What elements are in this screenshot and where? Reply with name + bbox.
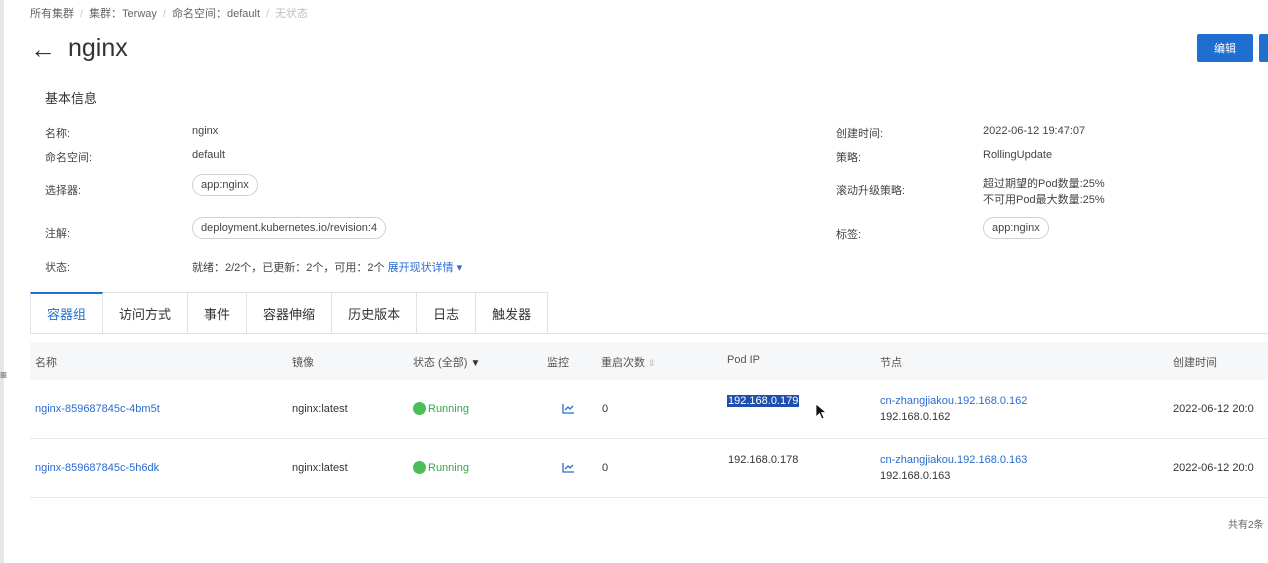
labels-tag: app:nginx: [983, 217, 1049, 239]
running-status-icon: [413, 461, 426, 474]
breadcrumb-current: 无状态: [275, 8, 309, 20]
expand-status-label: 展开现状详情: [387, 262, 454, 274]
pod-status-label: Running: [428, 461, 469, 474]
pod-name-link[interactable]: nginx-859687845c-5h6dk: [35, 462, 159, 474]
breadcrumb-namespace[interactable]: 命名空间：default: [172, 8, 260, 20]
selector-label: 选择器:: [45, 185, 82, 197]
strategy-value: RollingUpdate: [983, 149, 1053, 161]
breadcrumb: 所有集群 / 集群：Terway / 命名空间：default / 无状态: [30, 8, 309, 20]
rolling-update-label: 滚动升级策略:: [836, 185, 906, 197]
breadcrumb-cluster[interactable]: 集群：Terway: [89, 8, 157, 20]
annotation-label: 注解:: [45, 228, 71, 240]
expand-status-link[interactable]: 展开现状详情 ▾: [388, 262, 463, 274]
column-header-monitor: 监控: [547, 357, 569, 369]
tab-events[interactable]: 事件: [188, 292, 248, 334]
pod-ip[interactable]: 192.168.0.178: [728, 454, 798, 466]
pod-restarts: 0: [602, 462, 609, 474]
more-button[interactable]: [1259, 34, 1268, 62]
page-title: nginx: [68, 34, 128, 62]
tabs-divider: [30, 333, 1268, 334]
tab-scaling[interactable]: 容器伸缩: [247, 292, 333, 334]
row-divider: [30, 497, 1268, 498]
name-value: nginx: [192, 125, 219, 137]
labels-label: 标签:: [836, 229, 862, 241]
column-header-created: 创建时间: [1173, 357, 1217, 369]
tab-pods[interactable]: 容器组: [30, 292, 104, 334]
tab-history[interactable]: 历史版本: [332, 292, 418, 334]
caret-down-icon: ▾: [456, 262, 463, 274]
status-value: 就绪：2/2个，已更新：2个，可用：2个: [192, 262, 385, 274]
node-name-link[interactable]: cn-zhangjiakou.192.168.0.163: [880, 454, 1027, 466]
column-header-status[interactable]: 状态 (全部) ▼: [413, 354, 480, 370]
namespace-value: default: [192, 149, 226, 161]
rolling-update-unavailable: 不可用Pod最大数量:25%: [983, 194, 1105, 206]
tab-triggers[interactable]: 触发器: [476, 292, 549, 334]
arrow-left-icon[interactable]: ←: [30, 36, 56, 62]
caret-down-icon: ▼: [470, 358, 481, 369]
pod-image: nginx:latest: [292, 403, 348, 415]
left-edge-handle: ≡: [0, 368, 8, 382]
pod-image: nginx:latest: [292, 462, 348, 474]
namespace-label: 命名空间:: [45, 152, 93, 164]
basic-info-title: 基本信息: [45, 91, 98, 106]
status-label: 状态:: [45, 262, 71, 274]
tab-access[interactable]: 访问方式: [103, 292, 189, 334]
pod-created: 2022-06-12 20:0: [1173, 403, 1254, 415]
column-header-restarts[interactable]: 重启次数 ⇳: [601, 354, 656, 370]
row-divider: [30, 438, 1268, 439]
pod-ip[interactable]: 192.168.0.179: [727, 395, 800, 407]
left-window-edge: [0, 0, 4, 563]
status-filter-label: 状态 (全部): [413, 357, 468, 369]
node-ip: 192.168.0.162: [880, 411, 951, 423]
selector-tag: app:nginx: [192, 174, 258, 196]
tab-logs[interactable]: 日志: [417, 292, 477, 334]
status-summary: 就绪：2/2个，已更新：2个，可用：2个 展开现状详情 ▾: [192, 259, 462, 275]
annotation-tag: deployment.kubernetes.io/revision:4: [192, 217, 387, 239]
created-label: 创建时间:: [836, 128, 884, 140]
created-value: 2022-06-12 19:47:07: [983, 125, 1086, 137]
column-header-image: 镜像: [292, 357, 314, 369]
pod-ip-selected-text: 192.168.0.179: [727, 395, 800, 407]
chart-icon[interactable]: [562, 462, 575, 473]
total-count: 共有2条: [1228, 520, 1264, 531]
title-row: ← nginx: [30, 34, 128, 63]
pod-name-link[interactable]: nginx-859687845c-4bm5t: [35, 403, 160, 415]
column-header-pod-ip: Pod IP: [727, 354, 761, 366]
running-status-icon: [413, 402, 426, 415]
column-header-node: 节点: [880, 357, 902, 369]
pod-restarts: 0: [602, 403, 609, 415]
sort-icon[interactable]: ⇳: [648, 358, 656, 368]
detail-tabs: 容器组 访问方式 事件 容器伸缩 历史版本 日志 触发器: [30, 292, 549, 334]
chart-icon[interactable]: [562, 403, 575, 414]
node-ip: 192.168.0.163: [880, 470, 951, 482]
restarts-header-label: 重启次数: [601, 357, 645, 369]
pod-status-label: Running: [428, 402, 469, 415]
pod-status: Running: [413, 461, 469, 474]
name-label: 名称:: [45, 128, 71, 140]
edit-button[interactable]: 编辑: [1197, 34, 1253, 62]
column-header-name: 名称: [35, 357, 57, 369]
mouse-cursor-icon: [815, 403, 827, 420]
breadcrumb-all-clusters[interactable]: 所有集群: [30, 8, 74, 20]
strategy-label: 策略:: [836, 152, 862, 164]
node-name-link[interactable]: cn-zhangjiakou.192.168.0.162: [880, 395, 1027, 407]
rolling-update-surge: 超过期望的Pod数量:25%: [983, 178, 1105, 190]
pod-created: 2022-06-12 20:0: [1173, 462, 1254, 474]
pod-status: Running: [413, 402, 469, 415]
